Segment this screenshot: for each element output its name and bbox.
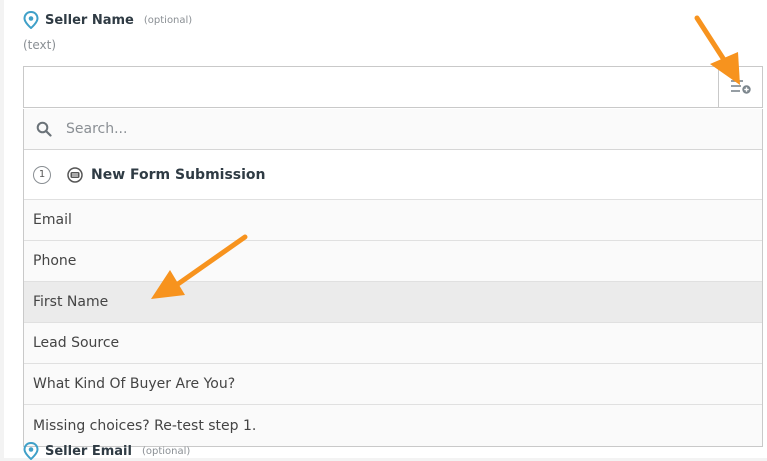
search-input[interactable]	[64, 120, 668, 138]
next-field-label-text: Seller Email	[45, 443, 132, 459]
seller-name-input[interactable]	[24, 67, 718, 107]
option-email[interactable]: Email	[24, 200, 762, 241]
insert-data-icon	[730, 80, 751, 94]
search-row	[24, 109, 762, 150]
step-group-title: New Form Submission	[91, 166, 266, 183]
option-phone[interactable]: Phone	[24, 241, 762, 282]
seller-name-input-box	[23, 66, 763, 108]
field-label-text: Seller Name	[45, 12, 134, 28]
option-buyer-kind[interactable]: What Kind Of Buyer Are You?	[24, 364, 762, 405]
form-app-icon	[67, 166, 83, 183]
next-field-optional-tag: (optional)	[141, 445, 191, 457]
search-icon	[36, 121, 52, 137]
field-required-icon	[23, 11, 39, 29]
step-number-badge: 1	[33, 165, 51, 184]
next-field-icon	[23, 442, 39, 460]
next-field-label: Seller Email (optional)	[23, 441, 190, 461]
field-type-hint: (text)	[23, 38, 57, 52]
option-retest-step[interactable]: Missing choices? Re-test step 1.	[24, 405, 762, 446]
step-group-header: 1 New Form Submission	[24, 150, 762, 200]
field-label: Seller Name (optional)	[23, 10, 192, 30]
option-first-name[interactable]: First Name	[24, 282, 762, 323]
insert-data-button[interactable]	[718, 67, 762, 107]
option-lead-source[interactable]: Lead Source	[24, 323, 762, 364]
field-picker-dropdown: 1 New Form Submission Email Phone First …	[23, 109, 763, 447]
field-optional-tag: (optional)	[143, 14, 193, 26]
